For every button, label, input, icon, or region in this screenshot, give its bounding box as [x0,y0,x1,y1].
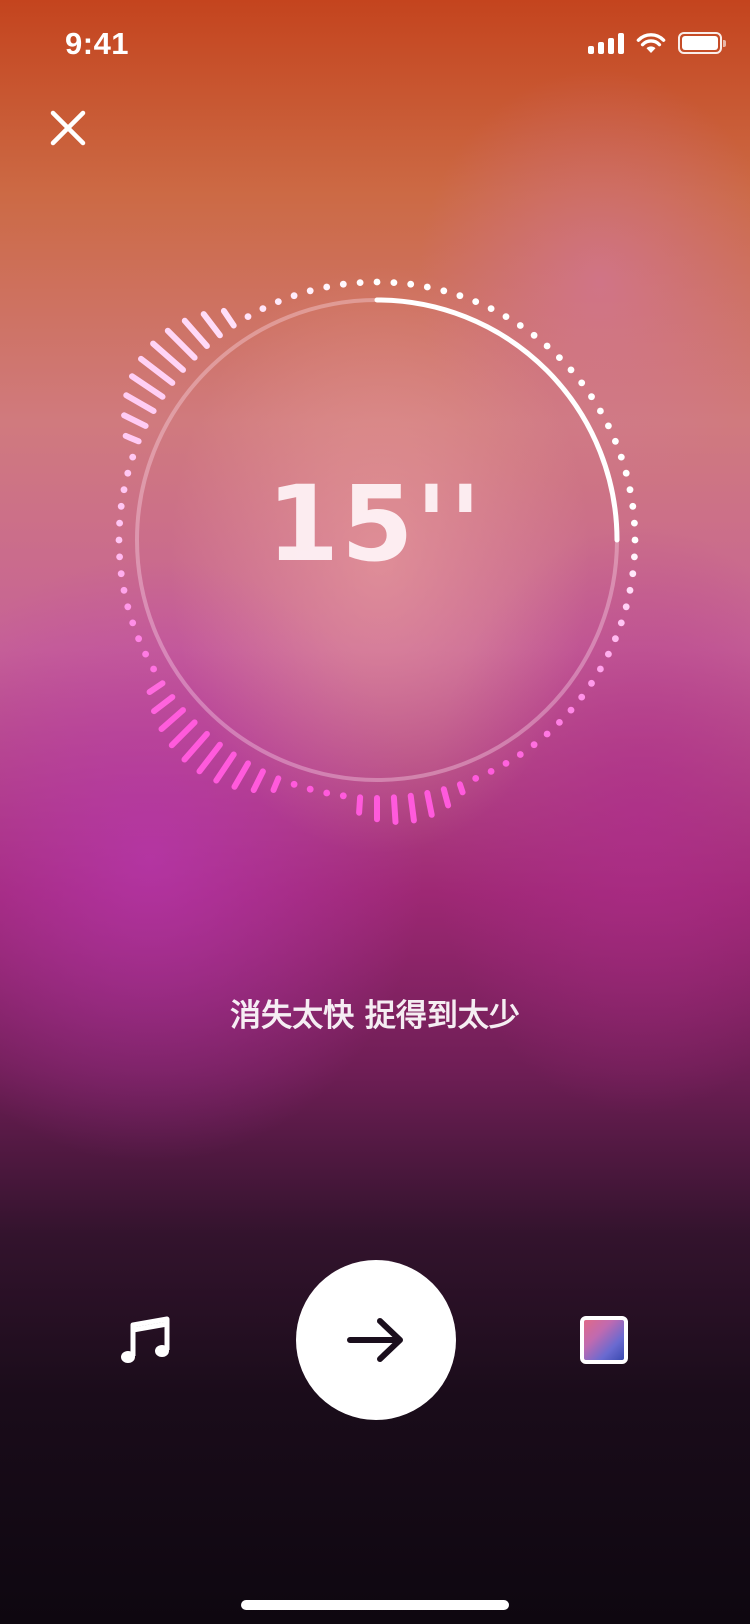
audio-level-bar [164,327,198,361]
audio-level-bar [146,680,166,695]
audio-level-dot [339,792,347,800]
countdown-dial [115,278,639,825]
audio-level-dot [356,279,364,286]
audio-level-bar [181,731,210,763]
audio-level-dot [556,719,563,726]
countdown-seconds: 15'' [266,463,484,585]
audio-level-bar [356,794,364,816]
audio-level-dot [472,298,480,305]
audio-level-dot [244,313,252,320]
music-button[interactable] [119,1312,175,1368]
audio-level-dot [259,305,267,312]
audio-level-bar [200,311,223,339]
audio-level-bar [390,794,399,825]
audio-level-dot [605,650,612,658]
audio-level-bar [407,792,417,824]
audio-level-bar [138,355,176,386]
audio-level-dot [567,706,575,714]
audio-level-bar [181,317,210,349]
audio-level-bar [150,340,186,373]
audio-level-dot [588,393,595,401]
audio-level-dot [516,322,524,329]
next-button[interactable] [296,1260,456,1420]
audio-level-bar [151,694,176,715]
audio-level-bar [129,373,166,400]
audio-level-dot [543,730,551,738]
audio-level-bar [158,707,186,732]
audio-level-dot [323,789,331,797]
audio-level-dot [617,619,625,627]
audio-level-dot [556,354,563,361]
audio-level-dot [502,313,510,320]
audio-level-dot [530,331,538,339]
home-indicator [241,1600,509,1610]
audio-level-dot [597,407,604,415]
audio-level-dot [612,437,619,445]
audio-level-bar [440,786,452,809]
audio-level-dot [290,292,298,300]
audio-level-dot [120,586,128,594]
audio-level-dot [622,603,630,611]
audio-level-dot [472,775,480,782]
audio-level-dot [567,366,575,374]
audio-level-dot [530,741,538,749]
audio-level-dot [390,279,398,286]
audio-level-dot [597,665,604,673]
audio-level-dot [306,287,314,295]
arrow-right-icon [347,1318,403,1362]
gallery-button[interactable] [580,1316,628,1364]
audio-level-bar [122,432,142,445]
audio-level-dot [129,453,137,461]
hint-text: 消失太快 捉得到太少 [230,998,520,1034]
audio-level-bar [168,719,198,749]
audio-level-dot [373,278,381,286]
audio-level-bar [250,768,266,793]
gallery-thumbnail-icon [584,1320,624,1360]
audio-level-bar [231,760,251,790]
audio-level-bar [213,751,237,784]
audio-level-dot [124,603,132,611]
audio-level-dot [578,379,586,387]
audio-level-bar [456,781,466,796]
audio-level-dot [142,650,150,658]
audio-level-dot [543,342,551,350]
audio-level-dot [150,665,158,673]
audio-level-dot [456,292,464,300]
audio-level-dot [487,768,495,775]
audio-level-dot [339,280,347,288]
audio-level-dot [502,760,510,767]
audio-level-dot [274,298,282,305]
audio-level-dot [423,283,431,291]
audio-level-dot [487,305,495,312]
audio-level-dot [306,785,314,793]
audio-level-dot [605,422,612,430]
audio-level-dot [290,780,298,788]
audio-level-dot [440,287,448,295]
audio-level-dot [323,283,331,291]
audio-level-dot [617,453,625,461]
audio-level-bar [123,392,157,414]
audio-level-dot [129,619,137,627]
audio-level-dot [135,635,143,643]
audio-level-dot [588,679,595,687]
audio-level-bar [121,412,149,429]
audio-level-bar [270,775,282,793]
audio-level-bar [220,307,237,329]
audio-level-bar [196,741,223,775]
audio-level-bar [424,790,435,818]
recording-screen: 9:41 15'' 消失太快 捉得到太少 [0,0,750,1624]
audio-level-dot [516,751,524,758]
audio-level-dot [407,280,415,288]
audio-level-dot [578,693,586,701]
audio-level-dot [626,586,634,594]
audio-level-dot [612,635,619,643]
music-note-icon [121,1316,170,1363]
